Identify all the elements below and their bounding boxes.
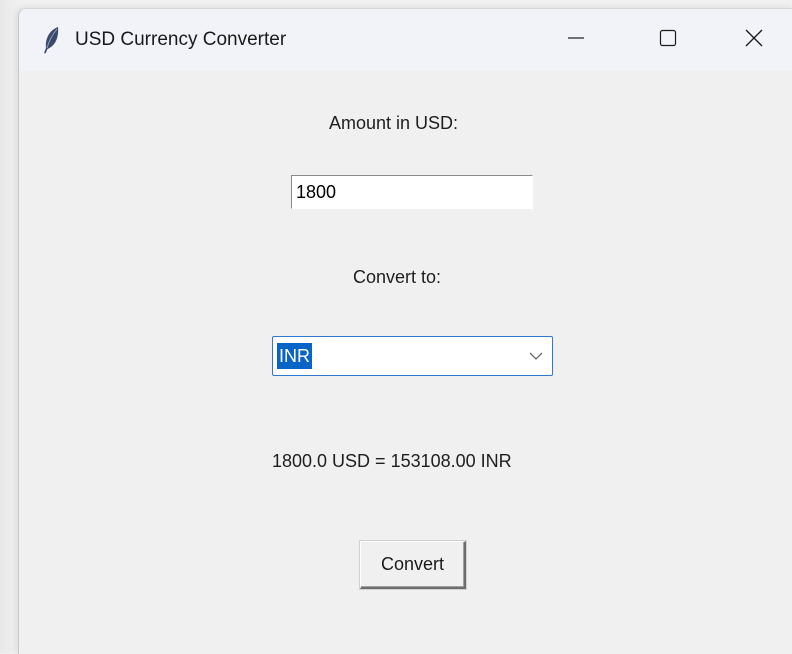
- converter-form: Amount in USD: Convert to: INR 1800.0 US…: [19, 71, 792, 654]
- convert-button-label: Convert: [380, 554, 445, 574]
- maximize-button[interactable]: [623, 9, 713, 71]
- close-button[interactable]: [715, 9, 792, 71]
- currency-select[interactable]: INR: [272, 336, 553, 376]
- amount-label: Amount in USD:: [329, 113, 459, 133]
- currency-selected-value: INR: [277, 343, 312, 369]
- app-window: USD Currency Converter Amount in USD: 18…: [0, 0, 792, 654]
- desktop-background: [0, 0, 18, 653]
- close-icon: [744, 28, 764, 52]
- maximize-icon: [658, 28, 678, 52]
- window-frame: USD Currency Converter Amount in USD: 18…: [18, 8, 792, 654]
- convert-to-label: Convert to:: [353, 267, 442, 287]
- title-bar[interactable]: USD Currency Converter: [19, 9, 792, 71]
- window-title: USD Currency Converter: [75, 29, 287, 50]
- convert-button[interactable]: Convert: [360, 541, 466, 589]
- minimize-button[interactable]: [531, 9, 621, 71]
- minimize-icon: [566, 28, 586, 52]
- feather-icon: [41, 26, 61, 54]
- amount-input[interactable]: [291, 175, 533, 209]
- chevron-down-icon[interactable]: [526, 346, 546, 366]
- conversion-result: 1800.0 USD = 153108.00 INR: [272, 451, 512, 471]
